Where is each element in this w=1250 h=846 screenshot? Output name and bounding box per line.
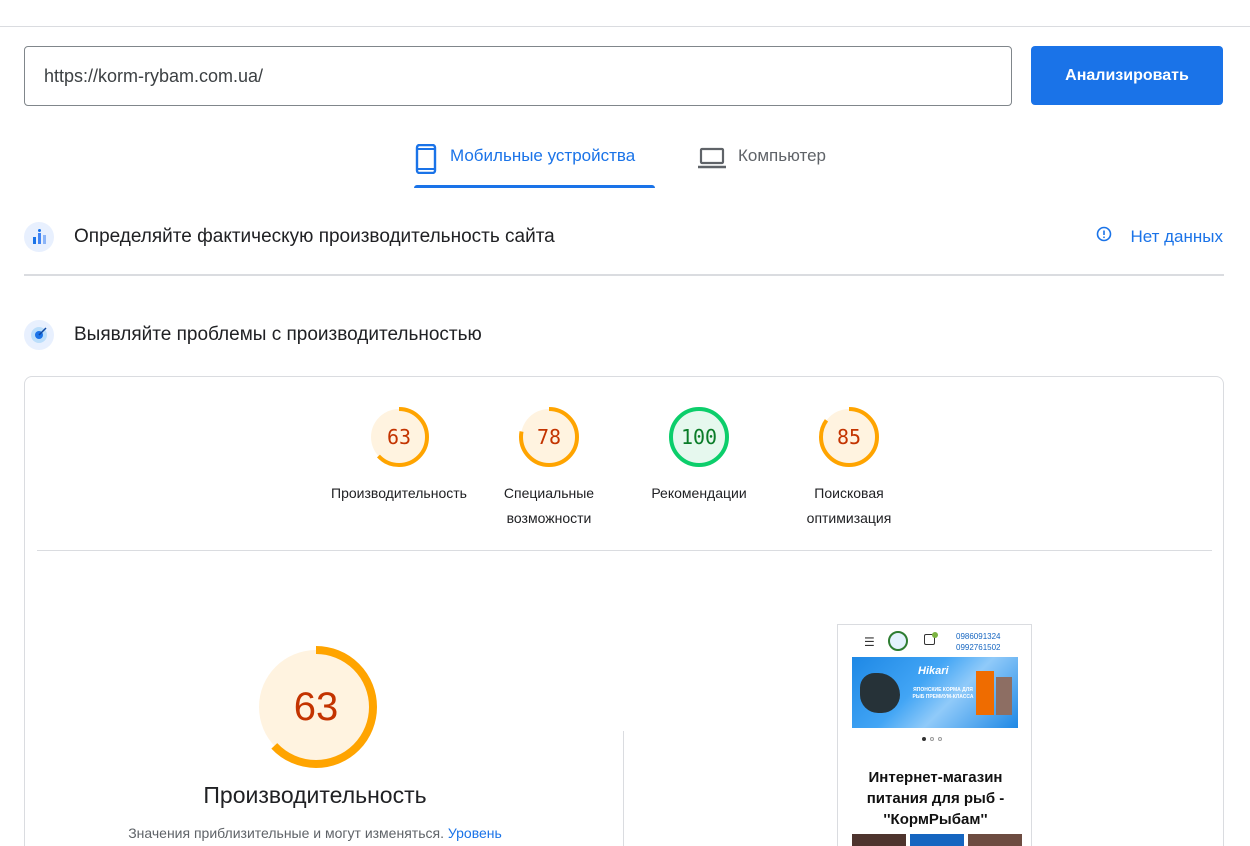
score-label: Специальные возможности <box>503 485 595 526</box>
score-label: Рекомендации <box>651 485 747 501</box>
lighthouse-icon <box>24 320 54 350</box>
cart-badge <box>932 632 938 638</box>
site-logo <box>888 631 908 651</box>
product-image <box>976 671 994 715</box>
no-data-label: Нет данных <box>1130 226 1223 246</box>
preview-banner: Hikari ЯПОНСКИЕ КОРМА ДЛЯ РЫБ ПРЕМИУМ-КЛ… <box>852 657 1018 728</box>
performance-big-gauge: 63 <box>254 645 378 769</box>
preview-heading: Интернет-магазин питания для рыб - ''Кор… <box>866 769 1005 828</box>
field-data-header: Определяйте фактическую производительнос… <box>24 222 1224 252</box>
preview-phones: 0986091324 0992761502 <box>956 631 1001 653</box>
header-divider <box>0 26 1250 27</box>
performance-title: Производительность <box>203 782 427 808</box>
performance-note-text: Значения приблизительные и могут изменят… <box>128 825 444 841</box>
section-divider <box>24 274 1224 276</box>
score-value: 78 <box>536 425 562 449</box>
preview-thumbnails <box>852 834 1022 846</box>
page-screenshot-preview: ☰ 0986091324 0992761502 Hikari ЯПОНСКИЕ … <box>837 624 1032 846</box>
performance-note: Значения приблизительные и могут изменят… <box>85 825 545 841</box>
score-label: Производительность <box>331 485 467 501</box>
preview-phone-1: 0986091324 <box>956 632 1001 641</box>
product-image <box>996 677 1012 715</box>
tab-mobile[interactable]: Мобильные устройства <box>414 138 655 188</box>
banner-text: ЯПОНСКИЕ КОРМА ДЛЯ РЫБ ПРЕМИУМ-КЛАССА <box>912 687 974 700</box>
no-data-link[interactable]: Нет данных <box>1096 226 1223 247</box>
carousel-dots <box>922 737 942 741</box>
tab-desktop-label: Компьютер <box>738 146 826 165</box>
preview-phone-2: 0992761502 <box>956 643 1001 652</box>
score-value: 85 <box>836 425 862 449</box>
score-gauge-performance[interactable]: 63 Производительность <box>324 406 474 506</box>
laptop-icon <box>698 146 726 175</box>
performance-score: 63 <box>293 685 339 729</box>
analyze-button[interactable]: Анализировать <box>1031 46 1223 105</box>
lab-data-title: Выявляйте проблемы с производительностью <box>74 324 482 345</box>
info-icon <box>1096 226 1112 247</box>
banner-brand: Hikari <box>918 665 949 677</box>
fish-image <box>860 673 900 713</box>
score-gauge-best-practices[interactable]: 100 Рекомендации <box>639 406 759 506</box>
tab-mobile-label: Мобильные устройства <box>450 146 636 165</box>
score-value: 100 <box>680 425 718 449</box>
crux-icon <box>24 222 54 252</box>
score-gauge-seo[interactable]: 85 Поисковая оптимизация <box>794 406 904 531</box>
score-gauge-accessibility[interactable]: 78 Специальные возможности <box>499 406 599 531</box>
score-value: 63 <box>386 425 412 449</box>
score-label: Поисковая оптимизация <box>806 485 892 526</box>
report-card: 63 Производительность 78 Специальные воз… <box>24 376 1224 846</box>
field-data-title: Определяйте фактическую производительнос… <box>74 226 555 247</box>
vertical-divider <box>623 731 624 846</box>
tab-desktop[interactable]: Компьютер <box>698 138 848 188</box>
card-divider <box>37 550 1212 551</box>
performance-note-link[interactable]: Уровень <box>448 825 502 841</box>
smartphone-icon <box>414 143 438 179</box>
active-tab-indicator <box>414 185 655 188</box>
lab-data-header: Выявляйте проблемы с производительностью <box>24 320 1224 350</box>
menu-icon: ☰ <box>864 635 875 649</box>
preview-header: ☰ 0986091324 0992761502 <box>838 625 1031 657</box>
url-input[interactable] <box>24 46 1012 106</box>
